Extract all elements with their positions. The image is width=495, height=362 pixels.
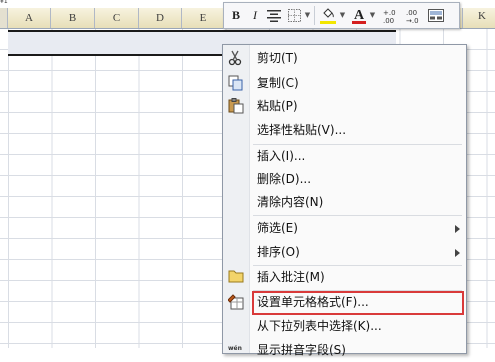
menu-item-filter-label: 筛选(E) xyxy=(257,221,298,235)
mini-toolbar: B I ▼ ▼ A ▼ +.0 .00 .00 →.0 xyxy=(223,2,460,29)
decrease-decimal-icon: .00 →.0 xyxy=(406,9,419,25)
menu-item-paste[interactable]: 粘贴(P) xyxy=(223,95,466,118)
menu-item-clear-contents-label: 清除内容(N) xyxy=(257,195,324,209)
comment-icon xyxy=(228,269,244,285)
phonetic-icon: wén xyxy=(228,342,244,358)
menu-item-filter[interactable]: 筛选(E) xyxy=(223,217,466,240)
menu-item-sort[interactable]: 排序(O) xyxy=(223,241,466,264)
scissors-icon xyxy=(228,50,244,66)
increase-decimal-button[interactable]: +.0 .00 xyxy=(381,6,399,25)
format-cells-icon xyxy=(227,294,244,310)
select-all-corner[interactable] xyxy=(0,8,8,28)
format-painter-button[interactable] xyxy=(427,6,445,25)
decrease-decimal-button[interactable]: .00 →.0 xyxy=(404,6,422,25)
italic-button[interactable]: I xyxy=(249,6,261,25)
menu-item-sort-label: 排序(O) xyxy=(257,245,300,259)
context-menu: 剪切(T) 复制(C) 粘贴(P) 选择性粘贴(V)... 插入(I)... 删… xyxy=(222,44,467,357)
column-header-a[interactable]: A xyxy=(8,8,51,28)
svg-text:.00: .00 xyxy=(406,9,417,17)
menu-item-copy[interactable]: 复制(C) xyxy=(223,72,466,95)
menu-item-show-phonetic[interactable]: wén 显示拼音字段(S) xyxy=(223,339,466,362)
submenu-arrow-icon xyxy=(455,249,460,257)
menu-item-paste-special[interactable]: 选择性粘贴(V)... xyxy=(223,119,466,142)
menu-item-insert-comment[interactable]: 插入批注(M) xyxy=(223,266,466,289)
column-header-k-label: K xyxy=(478,10,486,22)
svg-text:+.0: +.0 xyxy=(383,9,396,17)
increase-decimal-icon: +.0 .00 xyxy=(383,9,396,25)
borders-dropdown-icon[interactable]: ▼ xyxy=(304,6,311,25)
menu-item-show-phonetic-label: 显示拼音字段(S) xyxy=(257,343,346,357)
menu-item-delete-label: 删除(D)... xyxy=(257,172,312,186)
align-center-button[interactable] xyxy=(266,6,282,25)
format-painter-icon xyxy=(428,9,444,22)
menu-item-insert[interactable]: 插入(I)... xyxy=(223,145,466,168)
menu-separator xyxy=(253,215,462,216)
column-header-c[interactable]: C xyxy=(95,8,139,28)
align-center-icon xyxy=(267,10,281,22)
menu-item-insert-label: 插入(I)... xyxy=(257,149,306,163)
fill-color-button[interactable] xyxy=(319,6,337,25)
fill-color-swatch xyxy=(320,21,336,24)
svg-text:→.0: →.0 xyxy=(406,17,419,24)
font-color-dropdown-icon[interactable]: ▼ xyxy=(369,6,376,25)
column-header-d[interactable]: D xyxy=(139,8,182,28)
toolbar-separator xyxy=(314,6,315,25)
font-color-swatch xyxy=(352,21,366,24)
column-header-e[interactable]: E xyxy=(182,8,225,28)
borders-button[interactable] xyxy=(286,6,302,25)
menu-item-copy-label: 复制(C) xyxy=(257,76,299,90)
fill-color-dropdown-icon[interactable]: ▼ xyxy=(339,6,346,25)
font-color-button[interactable]: A xyxy=(351,6,367,25)
submenu-arrow-icon xyxy=(455,225,460,233)
menu-item-cut[interactable]: 剪切(T) xyxy=(223,47,466,70)
borders-icon xyxy=(287,9,301,22)
name-box-fragment: ¥1 xyxy=(0,0,8,4)
menu-item-clear-contents[interactable]: 清除内容(N) xyxy=(223,191,466,214)
svg-text:.00: .00 xyxy=(383,17,394,24)
bold-button[interactable]: B xyxy=(229,6,243,25)
column-header-b[interactable]: B xyxy=(51,8,95,28)
paste-icon xyxy=(228,98,244,114)
annotation-highlight-box xyxy=(252,291,464,315)
svg-text:wén: wén xyxy=(228,345,242,352)
menu-item-pick-from-list-label: 从下拉列表中选择(K)... xyxy=(257,319,382,333)
menu-item-paste-special-label: 选择性粘贴(V)... xyxy=(257,123,347,137)
menu-item-pick-from-list[interactable]: 从下拉列表中选择(K)... xyxy=(223,315,466,338)
menu-item-paste-label: 粘贴(P) xyxy=(257,99,298,113)
menu-item-cut-label: 剪切(T) xyxy=(257,51,298,65)
menu-item-insert-comment-label: 插入批注(M) xyxy=(257,270,325,284)
menu-item-delete[interactable]: 删除(D)... xyxy=(223,168,466,191)
paint-bucket-icon xyxy=(323,8,334,18)
copy-icon xyxy=(228,75,244,91)
